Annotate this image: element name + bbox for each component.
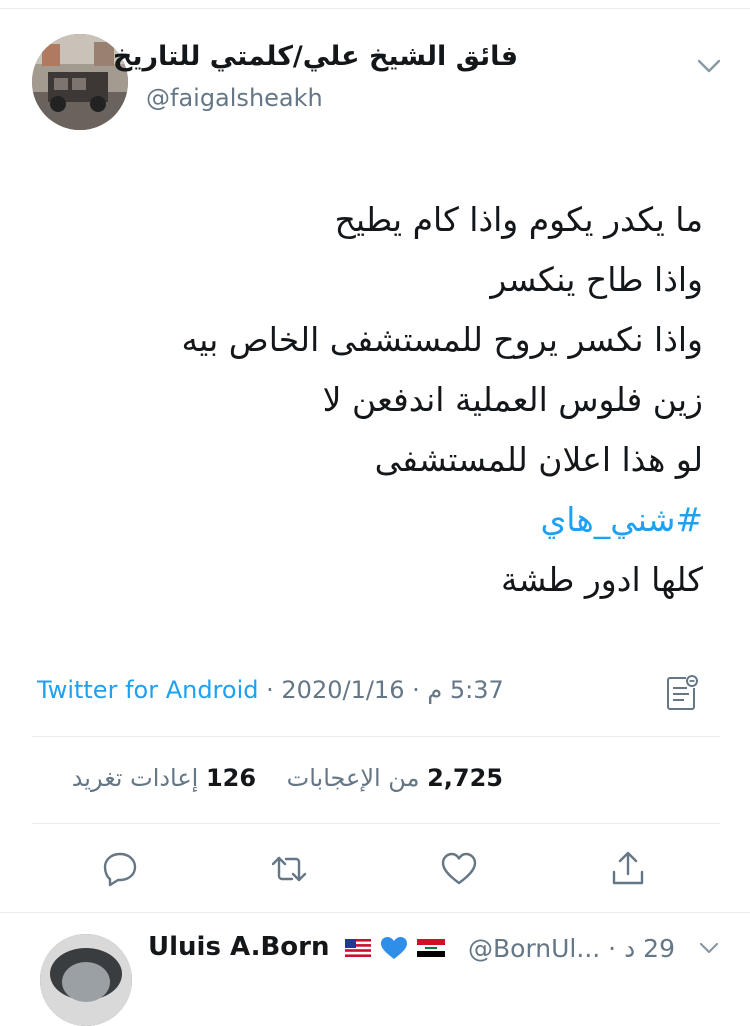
divider [32,736,720,737]
reply-handle[interactable]: @BornUl... [468,934,600,963]
chevron-down-icon[interactable] [696,56,722,76]
analytics-icon[interactable] [664,674,700,712]
meta-separator: · [266,676,274,704]
divider [0,912,750,913]
reply-avatar[interactable] [40,934,132,1026]
author-handle[interactable]: @faigalsheakh [146,84,323,112]
retweets-stat[interactable]: 126 إعادات تغريد [72,764,256,792]
reply-icon[interactable] [101,850,139,888]
engagement-stats: 2,725 من الإعجابات 126 إعادات تغريد [72,764,503,792]
hashtag-link[interactable]: #شني_هاي [103,490,703,550]
reply-avatar-photo [40,934,132,1026]
us-flag-icon [344,938,371,957]
tweet-source-link[interactable]: Twitter for Android [37,676,258,704]
likes-count: 2,725 [427,764,503,792]
iraq-flag-icon [416,938,445,957]
retweets-count: 126 [205,764,257,792]
top-divider [0,8,750,9]
tweet-line: ما يكدر يكوم واذا كام يطيح [334,200,703,239]
reply-meta: @BornUl... · 29 د [468,934,675,963]
tweet-line: لو هذا اعلان للمستشفى [374,440,703,479]
heart-icon[interactable] [440,850,478,888]
meta-separator: · [412,676,420,704]
tweet-time: 5:37 م [427,676,504,704]
chevron-down-icon[interactable] [698,940,720,956]
reply-display-name: Uluis A.Born [148,932,330,962]
share-icon[interactable] [609,850,647,888]
tweet-meta: Twitter for Android · 2020/1/16 · 5:37 م [37,676,504,704]
blue-heart-icon [380,936,407,959]
tweet-text: ما يكدر يكوم واذا كام يطيح واذا طاح ينكس… [103,190,703,610]
retweet-icon[interactable] [270,850,308,888]
author-display-name[interactable]: فائق الشيخ علي/كلمتي للتاريخ [113,41,518,72]
tweet-line: كلها ادور طشة [500,560,703,599]
tweet-line: واذا نكسر يروح للمستشفى الخاص بيه [181,320,703,359]
tweet-date: 2020/1/16 [281,676,405,704]
likes-label: من الإعجابات [286,764,420,792]
divider [32,823,720,824]
tweet-line: زين فلوس العملية اندفعن لا [322,380,703,419]
likes-stat[interactable]: 2,725 من الإعجابات [287,764,503,792]
tweet-line: واذا طاح ينكسر [490,260,703,299]
reply-time: 29 د [624,934,675,963]
retweets-label: إعادات تغريد [71,764,199,792]
meta-separator: · [608,934,617,963]
reply-author-name[interactable]: Uluis A.Born [148,932,445,962]
